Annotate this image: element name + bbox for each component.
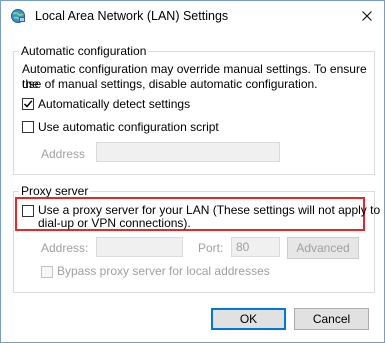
script-address-label: Address	[41, 147, 86, 161]
use-proxy-checkbox[interactable]	[22, 205, 34, 217]
proxy-address-input[interactable]	[96, 237, 183, 257]
close-icon[interactable]	[362, 11, 372, 21]
lan-settings-dialog: Local Area Network (LAN) Settings Automa…	[0, 0, 385, 343]
auto-config-script-label[interactable]: Use automatic configuration script	[38, 120, 219, 135]
auto-config-script-checkbox[interactable]	[22, 121, 34, 133]
script-address-input[interactable]	[96, 142, 280, 162]
network-globe-icon	[10, 8, 26, 24]
cancel-button[interactable]: Cancel	[294, 308, 369, 330]
proxy-address-label: Address:	[41, 241, 89, 255]
window-title: Local Area Network (LAN) Settings	[35, 9, 229, 23]
automatic-configuration-label: Automatic configuration	[19, 44, 149, 58]
use-proxy-label-line2[interactable]: dial-up or VPN connections).	[38, 216, 191, 231]
auto-detect-label[interactable]: Automatically detect settings	[38, 97, 190, 112]
bypass-local-label[interactable]: Bypass proxy server for local addresses	[57, 264, 270, 279]
title-bar: Local Area Network (LAN) Settings	[1, 1, 384, 31]
bypass-local-checkbox[interactable]	[41, 266, 53, 278]
proxy-port-input[interactable]: 80	[231, 237, 280, 257]
proxy-port-label: Port:	[198, 241, 224, 255]
proxy-server-label: Proxy server	[19, 184, 91, 198]
ok-button[interactable]: OK	[211, 308, 286, 330]
close-button[interactable]	[356, 5, 378, 27]
auto-config-description-line2: use of manual settings, disable automati…	[22, 77, 318, 91]
checkmark-icon	[23, 100, 33, 108]
auto-detect-checkbox[interactable]	[22, 98, 34, 110]
advanced-button[interactable]: Advanced	[287, 237, 359, 259]
